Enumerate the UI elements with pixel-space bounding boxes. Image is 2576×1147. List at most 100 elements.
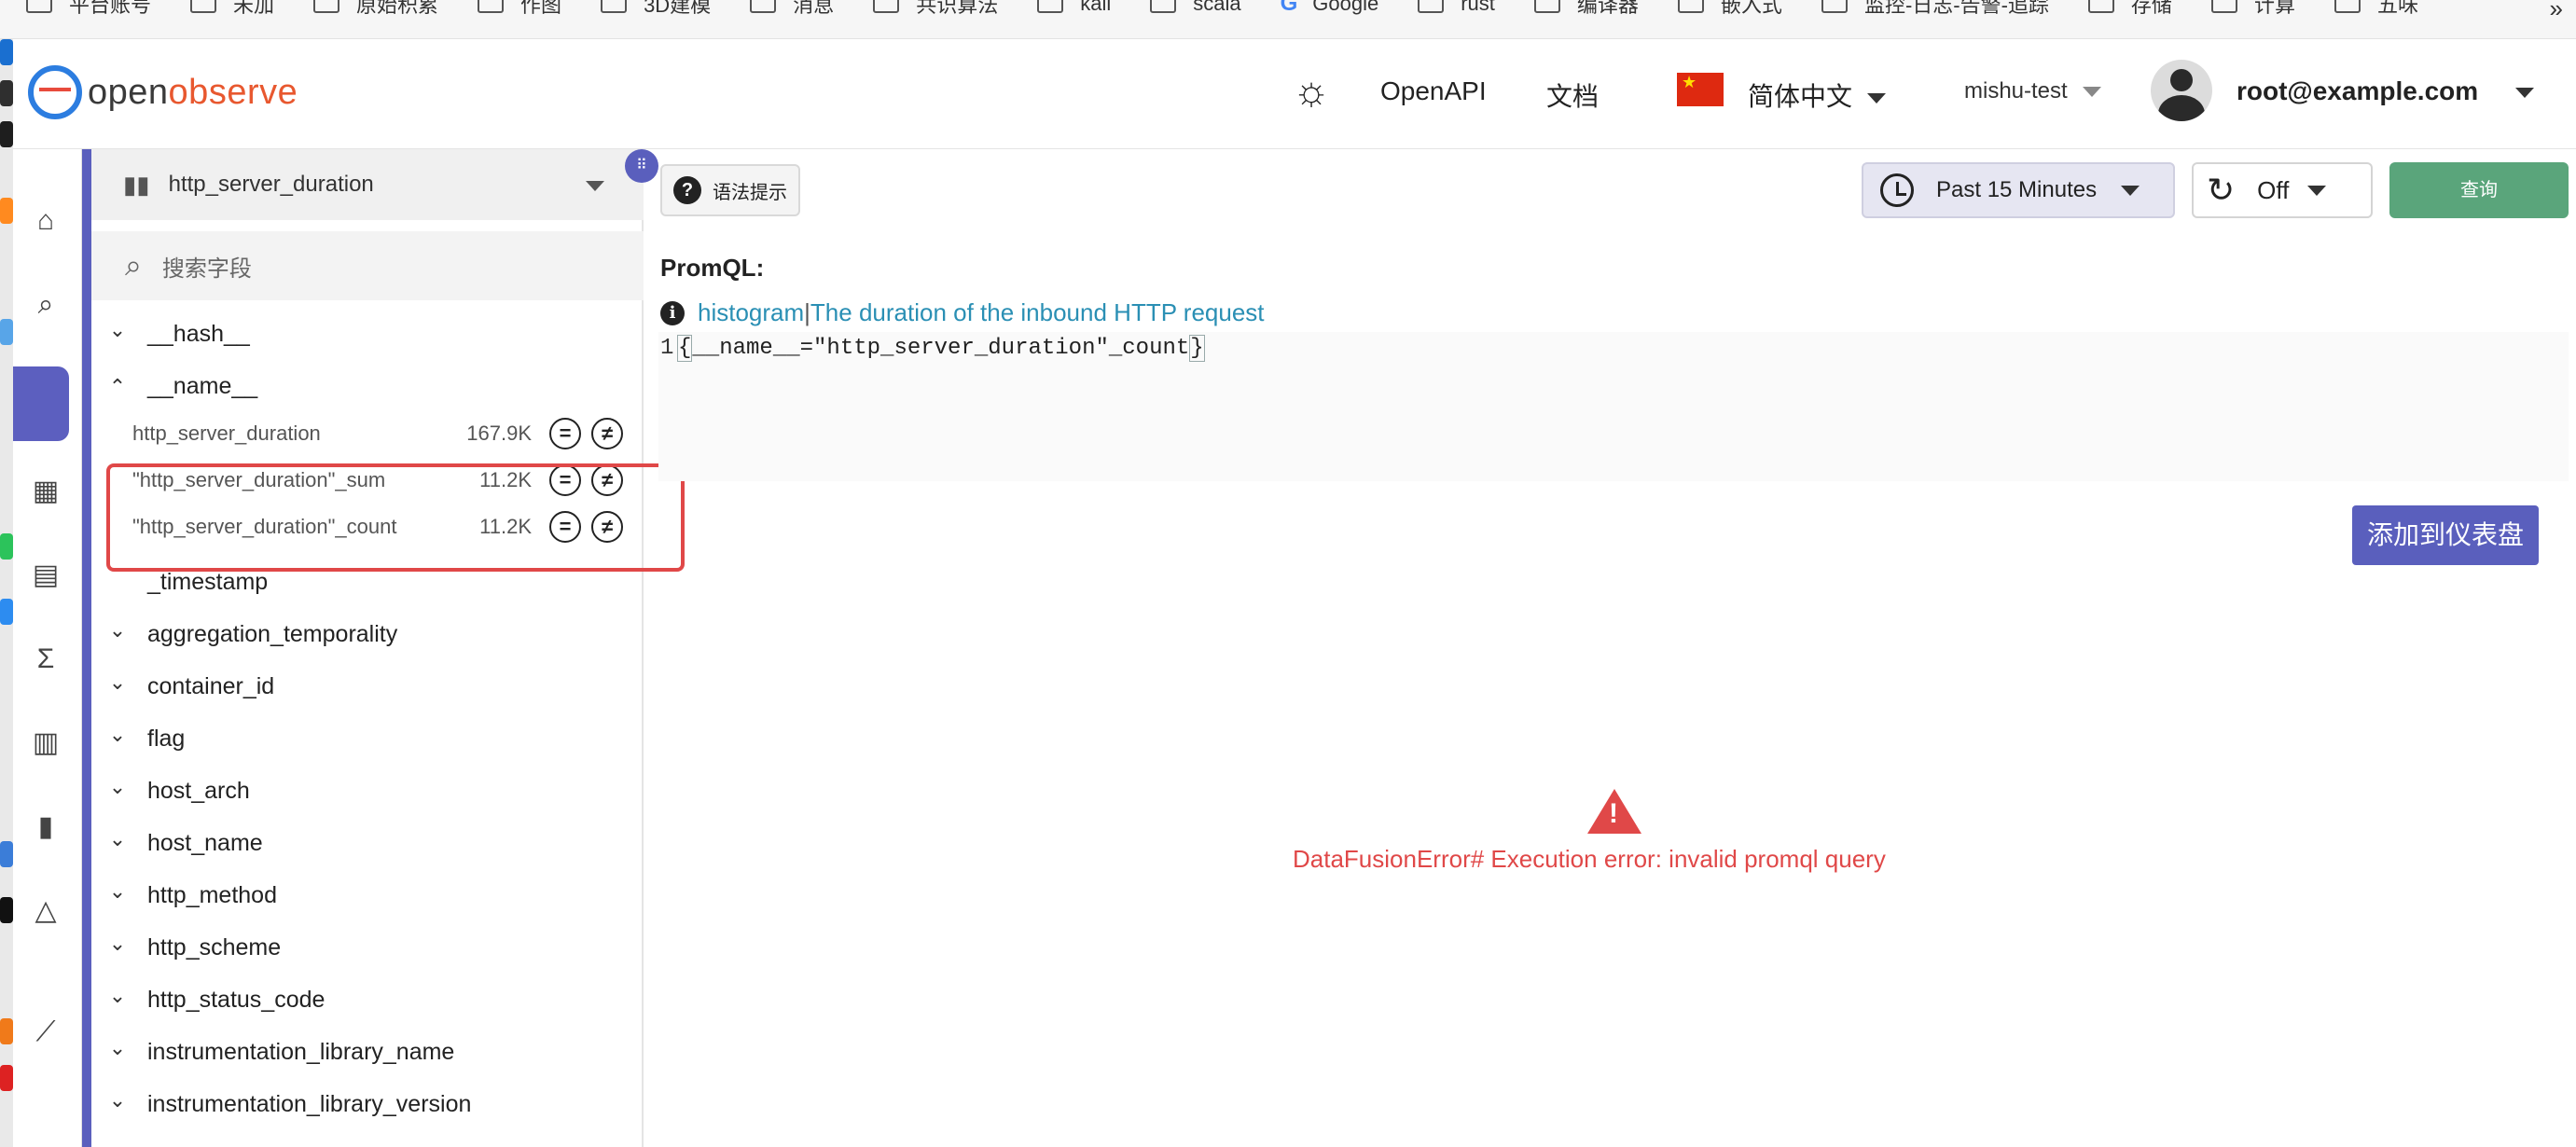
dock-app-icon[interactable] [0,39,13,65]
nav-search-icon[interactable]: ⌕ [30,289,62,321]
app-nav-rail: ⌂ ⌕ ▦ ▤ Σ ▥ ▮ △ ⟋ [13,149,82,1147]
dock-app-icon[interactable] [0,198,13,224]
folder-icon [2087,0,2114,13]
field-item[interactable]: ⌄ http_scheme [104,932,281,961]
nav-reports-icon[interactable]: ▤ [30,560,62,591]
refresh-icon: ↻ [2207,171,2236,209]
exclude-value-button[interactable]: ≠ [591,418,623,449]
bookmark-item[interactable]: 3D建模 [601,0,711,17]
field-item[interactable]: ⌄ instrumentation_library_version [104,1088,472,1118]
theme-toggle-sun-icon[interactable]: ☼ [1291,71,1332,112]
bookmark-item[interactable]: 未加 [190,0,274,17]
folder-icon [26,0,52,13]
metric-info: i histogram | The duration of the inboun… [660,298,1265,327]
folder-icon [313,0,340,13]
chevron-down-icon [586,181,604,191]
metric-select[interactable]: ▮▮ http_server_duration [91,149,644,220]
field-item[interactable]: ⌄ host_name [104,827,263,857]
field-item[interactable]: ⌄ container_id [104,670,274,700]
bookmark-item[interactable]: 作图 [478,0,561,17]
google-icon: G [1280,0,1298,16]
nav-streams-icon[interactable]: ▥ [30,727,62,759]
nav-home-icon[interactable]: ⌂ [30,205,62,237]
bookmark-item[interactable]: 消息 [750,0,834,17]
chevron-down-icon [1867,93,1887,104]
nav-ingestion-icon[interactable]: ⟋ [30,1016,62,1048]
dock-app-icon[interactable] [0,599,13,625]
bookmark-item[interactable]: 五味 [2334,0,2418,17]
dock-app-icon[interactable] [0,319,13,345]
bookmark-item[interactable]: 原始积累 [313,0,438,17]
nav-functions-icon[interactable]: Σ [30,643,62,675]
add-to-dashboard-button[interactable]: 添加到仪表盘 [2352,505,2539,565]
bar-chart-icon: ▮▮ [123,170,150,199]
dock-app-icon[interactable] [0,1065,13,1091]
chevron-down-icon [2515,88,2535,99]
search-icon: ⌕ [125,248,142,282]
docs-link[interactable]: 文档 [1546,76,1599,114]
nav-dashboards-icon[interactable]: ▦ [30,476,62,507]
folder-icon [2334,0,2361,13]
bookmark-item[interactable]: rust [1418,0,1495,15]
bookmark-item[interactable]: 存储 [2087,0,2172,17]
syntax-help-button[interactable]: ? 语法提示 [660,164,800,216]
promql-editor[interactable]: 1 {__name__="http_server_duration"_count… [658,332,2569,481]
openobserve-logo[interactable]: openobserve [28,65,298,119]
dock-app-icon[interactable] [0,897,13,923]
folder-icon [478,0,505,13]
dock-app-icon[interactable] [0,80,13,106]
error-message: DataFusionError# Execution error: invali… [1293,845,1886,873]
bookmark-item[interactable]: 共识算法 [873,0,998,17]
time-range-picker[interactable]: Past 15 Minutes [1862,162,2175,218]
chevron-down-icon: ⌄ [108,317,127,341]
bookmark-item[interactable]: 计算 [2210,0,2295,17]
field-item[interactable]: ⌄ flag [104,723,186,753]
panel-drag-handle-icon[interactable]: ⠿ [625,149,658,183]
field-item[interactable]: ⌄ instrumentation_library_name [104,1036,455,1066]
dock-app-icon[interactable] [0,841,13,867]
dock-app-icon[interactable] [0,1018,13,1044]
system-dock [0,39,13,1147]
folder-icon [873,0,900,13]
folder-icon [1677,0,1704,13]
folder-icon [601,0,628,13]
user-avatar[interactable] [2151,60,2212,121]
field-item[interactable]: ⌃ __name__ [104,373,257,400]
field-search-input[interactable]: ⌕ 搜索字段 [91,231,644,300]
nav-metrics-active[interactable] [13,366,69,441]
folder-icon [1037,0,1064,13]
bookmark-item[interactable]: 编译器 [1533,0,1639,17]
user-menu[interactable]: root@example.com [2237,76,2535,106]
folder-icon [1150,0,1177,13]
dock-app-icon[interactable] [0,121,13,147]
field-item[interactable]: ⌄ aggregation_temporality [104,618,397,648]
folder-icon [1533,0,1560,13]
include-value-button[interactable]: = [549,418,581,449]
org-selector[interactable]: mishu-test [1964,78,2101,104]
bookmarks-more-button[interactable]: » [2550,0,2563,23]
bookmarks-bar: 平台账号 未加 原始积累 作图 3D建模 消息 共识算法 kali scala G Google ru… [0,0,2576,39]
openapi-link[interactable]: OpenAPI [1380,76,1487,106]
nav-alerts-icon[interactable]: △ [30,895,62,927]
field-item[interactable]: _timestamp [104,569,268,596]
field-item[interactable]: ⌄ http_method [104,879,277,909]
field-item[interactable]: ⌄ host_arch [104,775,250,805]
auto-refresh-selector[interactable]: ↻ Off [2192,162,2373,218]
nav-pipelines-icon[interactable]: ▮ [30,811,62,843]
bookmark-item[interactable]: 监控-日志-告警-追踪 [1821,0,2049,17]
china-flag-icon [1677,73,1724,106]
bookmark-item[interactable]: 平台账号 [26,0,151,17]
bookmark-item[interactable]: scala [1150,0,1241,15]
info-icon: i [660,300,685,325]
logo-text: openobserve [88,72,298,112]
bookmark-item[interactable]: 嵌入式 [1677,0,1782,17]
bookmark-item[interactable]: kali [1037,0,1111,15]
dock-app-icon[interactable] [0,533,13,560]
language-selector[interactable]: 简体中文 [1748,76,1887,114]
run-query-button[interactable]: 查询 [2389,162,2569,218]
bookmark-item[interactable]: G Google [1281,0,1379,16]
field-item[interactable]: ⌄ __hash__ [104,317,250,348]
field-item[interactable]: ⌄ http_status_code [104,984,325,1014]
folder-icon [750,0,777,13]
query-code: {__name__="http_server_duration"_count} [677,335,1205,362]
